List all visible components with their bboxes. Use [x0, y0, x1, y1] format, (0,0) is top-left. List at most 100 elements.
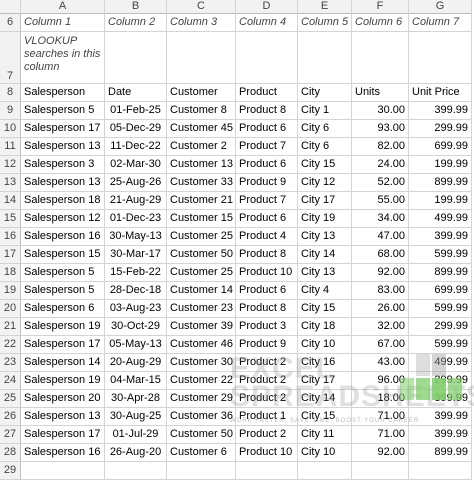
cell-unit-price[interactable]: 299.99 [409, 372, 472, 390]
cell-units[interactable]: 71.00 [352, 426, 409, 444]
cell-customer[interactable]: Customer 25 [167, 228, 236, 246]
cell-salesperson[interactable]: Salesperson 13 [21, 174, 105, 192]
cell-date[interactable]: 25-Aug-26 [105, 174, 167, 192]
cell-units[interactable]: 47.00 [352, 228, 409, 246]
cell-city[interactable]: City 15 [298, 156, 352, 174]
cell-a29[interactable] [21, 462, 105, 480]
row-header[interactable]: 11 [0, 138, 21, 156]
cell-product[interactable]: Product 6 [236, 210, 298, 228]
cell-units[interactable]: 92.00 [352, 264, 409, 282]
cell-date[interactable]: 04-Mar-15 [105, 372, 167, 390]
row-header[interactable]: 24 [0, 372, 21, 390]
row-header[interactable]: 23 [0, 354, 21, 372]
cell-unit-price[interactable]: 299.99 [409, 318, 472, 336]
select-all-corner[interactable] [0, 0, 21, 14]
cell-unit-price[interactable]: 599.99 [409, 246, 472, 264]
cell-date[interactable]: 02-Mar-30 [105, 156, 167, 174]
cell-customer[interactable]: Customer 22 [167, 372, 236, 390]
cell-unit-price[interactable]: 699.99 [409, 282, 472, 300]
cell-city[interactable]: City 18 [298, 318, 352, 336]
cell-units[interactable]: 26.00 [352, 300, 409, 318]
cell-unit-price[interactable]: 399.99 [409, 426, 472, 444]
cell-date[interactable]: 01-Dec-23 [105, 210, 167, 228]
cell-salesperson[interactable]: Salesperson 5 [21, 282, 105, 300]
cell-product[interactable]: Product 2 [236, 372, 298, 390]
cell-product[interactable]: Product 6 [236, 156, 298, 174]
cell-product[interactable]: Product 10 [236, 444, 298, 462]
cell-date[interactable]: 30-May-13 [105, 228, 167, 246]
cell-customer[interactable]: Customer 33 [167, 174, 236, 192]
row-header[interactable]: 25 [0, 390, 21, 408]
cell-product[interactable]: Product 8 [236, 102, 298, 120]
cell-city[interactable]: City 13 [298, 228, 352, 246]
cell-customer[interactable]: Customer 8 [167, 102, 236, 120]
row-header[interactable]: 20 [0, 300, 21, 318]
cell-salesperson[interactable]: Salesperson 14 [21, 354, 105, 372]
cell-city[interactable]: City 10 [298, 336, 352, 354]
cell-product[interactable]: Product 10 [236, 264, 298, 282]
row-header[interactable]: 29 [0, 462, 21, 480]
cell-product[interactable]: Product 7 [236, 138, 298, 156]
cell-city[interactable]: City 11 [298, 426, 352, 444]
row-header[interactable]: 28 [0, 444, 21, 462]
cell-e7[interactable] [298, 32, 352, 84]
cell-unit-price[interactable]: 399.99 [409, 228, 472, 246]
cell-f6[interactable]: Column 6 [352, 14, 409, 32]
row-header[interactable]: 9 [0, 102, 21, 120]
cell-customer[interactable]: Customer 50 [167, 246, 236, 264]
cell-unit-price[interactable]: 399.99 [409, 408, 472, 426]
cell-units[interactable]: 55.00 [352, 192, 409, 210]
row-header[interactable]: 6 [0, 14, 21, 32]
cell-d29[interactable] [236, 462, 298, 480]
cell-g7[interactable] [409, 32, 472, 84]
cell-salesperson[interactable]: Salesperson 5 [21, 102, 105, 120]
column-header-e[interactable]: E [298, 0, 352, 14]
row-header[interactable]: 22 [0, 336, 21, 354]
cell-product[interactable]: Product 9 [236, 336, 298, 354]
cell-salesperson[interactable]: Salesperson 6 [21, 300, 105, 318]
cell-date[interactable]: 01-Jul-29 [105, 426, 167, 444]
cell-customer[interactable]: Customer 23 [167, 300, 236, 318]
cell-customer[interactable]: Customer 21 [167, 192, 236, 210]
cell-salesperson[interactable]: Salesperson 12 [21, 210, 105, 228]
cell-city[interactable]: City 17 [298, 372, 352, 390]
header-salesperson[interactable]: Salesperson [21, 84, 105, 102]
cell-customer[interactable]: Customer 45 [167, 120, 236, 138]
cell-date[interactable]: 03-Aug-23 [105, 300, 167, 318]
cell-city[interactable]: City 6 [298, 120, 352, 138]
cell-units[interactable]: 18.00 [352, 390, 409, 408]
row-header[interactable]: 27 [0, 426, 21, 444]
row-header[interactable]: 19 [0, 282, 21, 300]
cell-salesperson[interactable]: Salesperson 3 [21, 156, 105, 174]
cell-salesperson[interactable]: Salesperson 15 [21, 246, 105, 264]
cell-units[interactable]: 96.00 [352, 372, 409, 390]
cell-product[interactable]: Product 3 [236, 318, 298, 336]
cell-a7-note[interactable]: VLOOKUP searches in this column [21, 32, 105, 84]
cell-customer[interactable]: Customer 30 [167, 354, 236, 372]
cell-f29[interactable] [352, 462, 409, 480]
cell-unit-price[interactable]: 899.99 [409, 264, 472, 282]
cell-product[interactable]: Product 4 [236, 228, 298, 246]
cell-salesperson[interactable]: Salesperson 16 [21, 444, 105, 462]
cell-customer[interactable]: Customer 13 [167, 156, 236, 174]
cell-c29[interactable] [167, 462, 236, 480]
cell-unit-price[interactable]: 199.99 [409, 192, 472, 210]
cell-product[interactable]: Product 1 [236, 408, 298, 426]
cell-city[interactable]: City 12 [298, 174, 352, 192]
cell-units[interactable]: 24.00 [352, 156, 409, 174]
cell-customer[interactable]: Customer 39 [167, 318, 236, 336]
cell-units[interactable]: 82.00 [352, 138, 409, 156]
cell-unit-price[interactable]: 499.99 [409, 354, 472, 372]
row-header[interactable]: 17 [0, 246, 21, 264]
cell-customer[interactable]: Customer 14 [167, 282, 236, 300]
cell-city[interactable]: City 4 [298, 282, 352, 300]
cell-customer[interactable]: Customer 36 [167, 408, 236, 426]
cell-e29[interactable] [298, 462, 352, 480]
row-header[interactable]: 13 [0, 174, 21, 192]
cell-date[interactable]: 26-Aug-20 [105, 444, 167, 462]
cell-city[interactable]: City 6 [298, 138, 352, 156]
column-header-b[interactable]: B [105, 0, 167, 14]
cell-salesperson[interactable]: Salesperson 16 [21, 228, 105, 246]
column-header-f[interactable]: F [352, 0, 409, 14]
cell-product[interactable]: Product 8 [236, 300, 298, 318]
